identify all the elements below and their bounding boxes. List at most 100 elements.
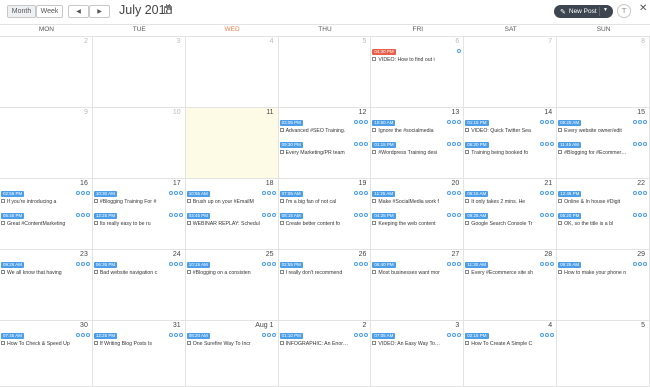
scheduled-post[interactable]: 09:25 AM We all know that having bbox=[1, 262, 90, 280]
scheduled-post[interactable]: 05:20 PM OK, so the title is a bl bbox=[558, 213, 647, 231]
filter-button[interactable]: ⊤ bbox=[617, 4, 631, 18]
scheduled-post[interactable]: 10:50 AM Ignore the #socialmedia bbox=[372, 120, 462, 138]
social-profile-icon bbox=[178, 213, 183, 217]
day-cell[interactable]: 4 bbox=[185, 37, 279, 108]
scheduled-post[interactable]: 11:45 AM #Blogging for #Ecommer… bbox=[558, 142, 647, 160]
scheduled-post[interactable]: 07:05 AM VIDEO: An Easy Way To… bbox=[372, 333, 462, 351]
close-icon[interactable]: ✕ bbox=[639, 3, 647, 14]
scheduled-post[interactable]: 02:55 PM I really don't recommend bbox=[279, 262, 369, 280]
social-profile-icon bbox=[85, 262, 90, 266]
week-view-button[interactable]: Week bbox=[36, 5, 63, 18]
day-cell[interactable]: 25 10:15 AM #Blogging on a consisten bbox=[185, 250, 279, 321]
scheduled-post[interactable]: 10:30 AM #Blogging Training For # bbox=[93, 191, 183, 209]
scheduled-post[interactable]: 09:30 PM Every Marketing/PR team bbox=[279, 142, 369, 160]
day-cell[interactable]: 19 07:05 AM I'm a big fan of not cal 08:15 … bbox=[278, 179, 372, 250]
scheduled-post[interactable]: 07:45 AM How To Check & Speed Up bbox=[1, 333, 90, 351]
day-cell[interactable]: 7 bbox=[464, 37, 558, 108]
scheduled-post[interactable]: 03:05 PM Advanced #SEO Training. bbox=[279, 120, 369, 138]
social-profile-icon bbox=[642, 213, 647, 217]
scheduled-post[interactable]: 02:55 PM If you're introducing a bbox=[1, 191, 90, 209]
scheduled-post[interactable]: 08:20 AM One Surefire Way To Incr bbox=[186, 333, 276, 351]
scheduled-post[interactable]: 03:45 PM WEBINAR REPLAY: Schedul bbox=[186, 213, 276, 231]
day-cell[interactable]: 29 09:25 AM How to make your phone n bbox=[557, 250, 650, 321]
day-cell[interactable]: 5 bbox=[278, 37, 372, 108]
scheduled-post[interactable]: 09:25 AM Every website owner/edit bbox=[558, 120, 647, 138]
post-preview-text: Every Marketing/PR team bbox=[285, 150, 345, 156]
weekday-label: WED bbox=[224, 26, 240, 33]
scheduled-post[interactable]: 02:15 PM How To Create A Simple C bbox=[465, 333, 555, 351]
day-cell[interactable]: 26 02:55 PM I really don't recommend bbox=[278, 250, 372, 321]
scheduled-post[interactable]: 11:30 AM Every #Ecommerce site sh bbox=[465, 262, 555, 280]
prev-month-button[interactable]: ◀ bbox=[68, 5, 89, 18]
social-network-icons bbox=[447, 213, 462, 217]
day-cell[interactable]: 20 11:25 AM Make #SocialMedia work f 04:25 … bbox=[371, 179, 465, 250]
day-cell[interactable]: 4 02:15 PM How To Create A Simple C bbox=[464, 321, 558, 387]
day-cell[interactable]: 16 02:55 PM If you're introducing a 05:45 P… bbox=[0, 179, 93, 250]
next-month-button[interactable]: ▶ bbox=[89, 5, 110, 18]
day-cell[interactable]: 15 09:25 AM Every website owner/edit 11:45 … bbox=[557, 108, 650, 179]
day-cell[interactable]: 12 03:05 PM Advanced #SEO Training. 09:30 P… bbox=[278, 108, 372, 179]
calendar-picker-icon[interactable] bbox=[164, 4, 172, 14]
day-cell[interactable]: 3 07:05 AM VIDEO: An Easy Way To… bbox=[371, 321, 465, 387]
day-cell[interactable]: 2 bbox=[0, 37, 93, 108]
day-cell[interactable]: 23 09:25 AM We all know that having bbox=[0, 250, 93, 321]
scheduled-post[interactable]: 12:45 PM Online & In house #Digit bbox=[558, 191, 647, 209]
post-type-icon bbox=[372, 270, 377, 274]
day-cell[interactable]: 2 01:10 PM INFOGRAPHIC: An Enor… bbox=[278, 321, 372, 387]
scheduled-post[interactable]: 06:40 PM Most businesses want mor bbox=[372, 262, 462, 280]
social-profile-icon bbox=[545, 142, 550, 146]
scheduled-post[interactable]: 05:45 PM Great #ContentMarketing bbox=[1, 213, 90, 231]
post-preview-text: VIDEO: An Easy Way To… bbox=[378, 341, 441, 347]
day-cell[interactable]: 18 10:55 AM Brush up on your #EmailM 03:45 … bbox=[185, 179, 279, 250]
scheduled-post[interactable]: 01:15 PM VIDEO: Quick Twitter Sea bbox=[465, 120, 555, 138]
scheduled-post[interactable]: 04:25 PM Keeping the web content bbox=[372, 213, 462, 231]
scheduled-post[interactable]: 11:25 AM Make #SocialMedia work f bbox=[372, 191, 462, 209]
scheduled-post[interactable]: 08:15 AM Create better content fo bbox=[279, 213, 369, 231]
day-cell[interactable]: 22 12:45 PM Online & In house #Digit 05:20 … bbox=[557, 179, 650, 250]
post-preview-text: #Wordpress Training desi bbox=[378, 150, 438, 156]
month-view-button[interactable]: Month bbox=[7, 5, 36, 18]
day-cell[interactable]: 9 bbox=[0, 108, 93, 179]
scheduled-post[interactable]: 10:55 AM Brush up on your #EmailM bbox=[186, 191, 276, 209]
scheduled-post[interactable]: 07:05 AM I'm a big fan of not cal bbox=[279, 191, 369, 209]
day-cell[interactable]: 13 10:50 AM Ignore the #socialmedia 01:15 P… bbox=[371, 108, 465, 179]
day-number: 21 bbox=[544, 180, 553, 187]
post-time-badge: 01:10 PM bbox=[279, 333, 303, 339]
social-network-icons bbox=[354, 262, 369, 266]
scheduled-post[interactable]: 09:25 AM How to make your phone n bbox=[558, 262, 647, 280]
day-cell[interactable]: 5 bbox=[557, 321, 650, 387]
new-post-button[interactable]: ✎ New Post ▼ bbox=[554, 5, 613, 18]
social-profile-icon bbox=[359, 142, 364, 146]
scheduled-post[interactable]: 12:25 PM Its really easy to be ru bbox=[93, 213, 183, 231]
scheduled-post[interactable]: 06:15 AM It only takes 2 mins. He bbox=[465, 191, 555, 209]
social-profile-icon bbox=[642, 262, 647, 266]
day-cell[interactable]: 6 04:30 PM VIDEO: How to find out i bbox=[371, 37, 465, 108]
scheduled-post[interactable]: 04:30 PM VIDEO: How to find out i bbox=[372, 49, 462, 67]
day-cell[interactable]: 28 11:30 AM Every #Ecommerce site sh bbox=[464, 250, 558, 321]
social-profile-icon bbox=[85, 213, 90, 217]
day-cell[interactable]: 31 12:25 PM If Writing Blog Posts Is bbox=[92, 321, 186, 387]
scheduled-post[interactable]: 06:35 PM Bad website navigation c bbox=[93, 262, 183, 280]
day-cell[interactable]: 3 bbox=[92, 37, 186, 108]
day-cell[interactable]: 8 bbox=[557, 37, 650, 108]
day-cell[interactable]: 27 06:40 PM Most businesses want mor bbox=[371, 250, 465, 321]
day-cell[interactable]: 10 bbox=[92, 108, 186, 179]
scheduled-post[interactable]: 12:25 PM If Writing Blog Posts Is bbox=[93, 333, 183, 351]
day-cell[interactable]: 30 07:45 AM How To Check & Speed Up bbox=[0, 321, 93, 387]
day-cell[interactable]: Aug 1 08:20 AM One Surefire Way To Incr bbox=[185, 321, 279, 387]
scheduled-post[interactable]: 01:15 PM #Wordpress Training desi bbox=[372, 142, 462, 160]
day-cell[interactable]: 11 bbox=[185, 108, 279, 179]
day-cell[interactable]: 14 01:15 PM VIDEO: Quick Twitter Sea 05:20 … bbox=[464, 108, 558, 179]
day-cell[interactable]: 21 06:15 AM It only takes 2 mins. He 09:25 … bbox=[464, 179, 558, 250]
day-cell[interactable]: 24 06:35 PM Bad website navigation c bbox=[92, 250, 186, 321]
scheduled-post[interactable]: 01:10 PM INFOGRAPHIC: An Enor… bbox=[279, 333, 369, 351]
day-number: 19 bbox=[358, 180, 367, 187]
day-cell[interactable]: 17 10:30 AM #Blogging Training For # 12:25 … bbox=[92, 179, 186, 250]
post-type-icon bbox=[279, 341, 284, 345]
chevron-down-icon[interactable]: ▼ bbox=[603, 7, 608, 13]
scheduled-post[interactable]: 10:15 AM #Blogging on a consisten bbox=[186, 262, 276, 280]
scheduled-post[interactable]: 09:25 AM Google Search Console Tr bbox=[465, 213, 555, 231]
scheduled-post[interactable]: 05:20 PM Training being booked fo bbox=[465, 142, 555, 160]
social-profile-icon bbox=[354, 120, 359, 124]
post-preview: VIDEO: An Easy Way To… bbox=[372, 341, 461, 348]
